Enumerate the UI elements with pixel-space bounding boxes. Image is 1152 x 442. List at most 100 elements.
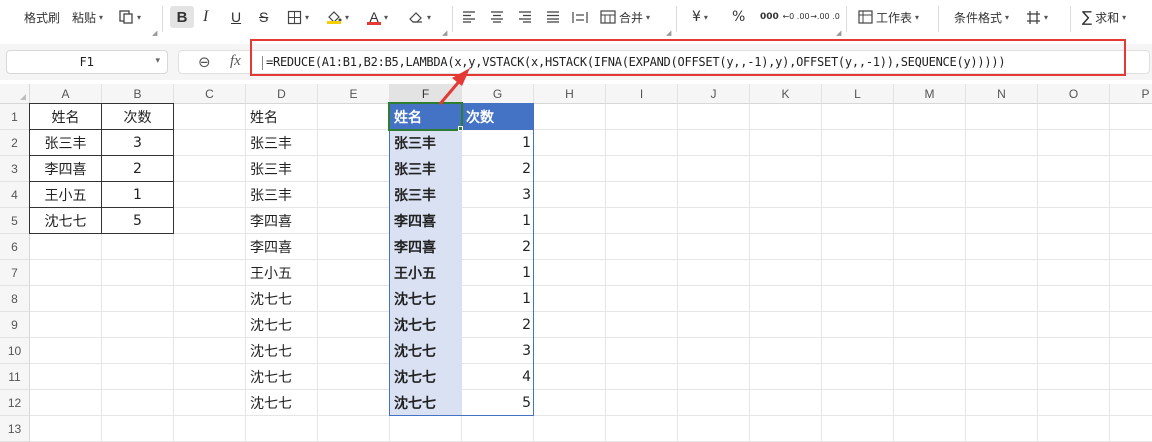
zoom-icon[interactable]: ⊖ — [198, 53, 211, 71]
bold-button[interactable]: B — [170, 6, 194, 28]
cell-b4[interactable]: 1 — [102, 182, 174, 208]
select-all-corner[interactable] — [0, 84, 30, 104]
column-header-o[interactable]: O — [1038, 84, 1110, 104]
column-header-d[interactable]: D — [246, 84, 318, 104]
copy-button[interactable]: ▾ — [118, 6, 141, 28]
cell-b2[interactable]: 3 — [102, 130, 174, 156]
dialog-launcher-icon[interactable]: ◢ — [666, 29, 671, 37]
cell-a2[interactable]: 张三丰 — [30, 130, 102, 156]
column-header-e[interactable]: E — [318, 84, 390, 104]
cell-d5[interactable]: 李四喜 — [246, 208, 318, 234]
cell-a3[interactable]: 李四喜 — [30, 156, 102, 182]
dialog-launcher-icon[interactable]: ◢ — [836, 29, 841, 37]
worksheet-button[interactable]: 工作表 ▾ — [858, 6, 919, 28]
chevron-down-icon: ▾ — [384, 12, 389, 22]
cell-d8[interactable]: 沈七七 — [246, 286, 318, 312]
fx-icon[interactable]: fx — [230, 53, 241, 70]
fill-color-button[interactable]: ▾ — [326, 6, 349, 28]
name-box[interactable]: F1 ▾ — [6, 50, 168, 74]
fill-handle[interactable] — [458, 126, 463, 131]
paste-button[interactable]: 粘贴 ▾ — [72, 6, 103, 28]
column-header-l[interactable]: L — [822, 84, 894, 104]
border-button[interactable]: ▾ — [287, 6, 309, 28]
cell-a4[interactable]: 王小五 — [30, 182, 102, 208]
gridline-horizontal — [30, 129, 1152, 130]
distributed-align-icon — [572, 11, 588, 24]
cell-d6[interactable]: 李四喜 — [246, 234, 318, 260]
align-left-button[interactable] — [462, 6, 476, 28]
cell-d12[interactable]: 沈七七 — [246, 390, 318, 416]
row-header-2[interactable]: 2 — [0, 130, 30, 156]
row-header-5[interactable]: 5 — [0, 208, 30, 234]
cell-b1[interactable]: 次数 — [102, 104, 174, 130]
column-header-n[interactable]: N — [966, 84, 1038, 104]
cell-a1[interactable]: 姓名 — [30, 104, 102, 130]
dialog-launcher-icon[interactable]: ◢ — [442, 29, 447, 37]
align-center-button[interactable] — [490, 6, 504, 28]
chevron-down-icon: ▾ — [305, 12, 310, 22]
dialog-launcher-icon[interactable]: ◢ — [152, 29, 157, 37]
clear-format-button[interactable]: ▾ — [408, 6, 431, 28]
row-header-4[interactable]: 4 — [0, 182, 30, 208]
decrease-decimal-button[interactable]: →.00 .0 — [810, 6, 840, 28]
cell-d1[interactable]: 姓名 — [246, 104, 318, 130]
cell-d2[interactable]: 张三丰 — [246, 130, 318, 156]
merge-button[interactable]: 合并 ▾ — [600, 6, 650, 28]
row-header-3[interactable]: 3 — [0, 156, 30, 182]
underline-button[interactable]: U — [231, 6, 241, 28]
cell-d3[interactable]: 张三丰 — [246, 156, 318, 182]
cell-b3[interactable]: 2 — [102, 156, 174, 182]
column-header-g[interactable]: G — [462, 84, 534, 104]
row-header-8[interactable]: 8 — [0, 286, 30, 312]
justify-button[interactable] — [546, 6, 560, 28]
border-icon — [287, 10, 302, 25]
row-header-12[interactable]: 12 — [0, 390, 30, 416]
currency-button[interactable]: ¥ ▾ — [692, 6, 708, 28]
cell-d9[interactable]: 沈七七 — [246, 312, 318, 338]
spreadsheet-grid[interactable]: A B C D E F G H I J K L M N O P 1 2 3 4 5 6 7 8 9 10 11 12 13 姓名 次数 张三丰… — [0, 84, 1152, 442]
row-header-11[interactable]: 11 — [0, 364, 30, 390]
cell-a5[interactable]: 沈七七 — [30, 208, 102, 234]
cell-d10[interactable]: 沈七七 — [246, 338, 318, 364]
italic-button[interactable]: I — [203, 6, 208, 28]
thousands-separator-button[interactable]: 000 — [760, 6, 779, 28]
gridline-horizontal — [30, 207, 1152, 208]
font-color-button[interactable]: A ▾ — [367, 6, 388, 28]
freeze-panes-button[interactable]: ▾ — [1026, 6, 1048, 28]
row-header-1[interactable]: 1 — [0, 104, 30, 130]
align-right-button[interactable] — [518, 6, 532, 28]
chevron-down-icon: ▾ — [1044, 12, 1049, 22]
column-header-c[interactable]: C — [174, 84, 246, 104]
increase-decimal-button[interactable]: ←0 .00 — [782, 6, 809, 28]
cell-d4[interactable]: 张三丰 — [246, 182, 318, 208]
strikethrough-button[interactable]: S — [259, 6, 268, 28]
column-header-f[interactable]: F — [390, 84, 462, 104]
row-header-10[interactable]: 10 — [0, 338, 30, 364]
align-right-icon — [518, 11, 532, 23]
row-header-9[interactable]: 9 — [0, 312, 30, 338]
column-header-i[interactable]: I — [606, 84, 678, 104]
column-header-b[interactable]: B — [102, 84, 174, 104]
row-header-13[interactable]: 13 — [0, 416, 30, 442]
cell-b5[interactable]: 5 — [102, 208, 174, 234]
chevron-down-icon[interactable]: ▾ — [155, 56, 160, 66]
distributed-align-button[interactable] — [572, 6, 588, 28]
percent-button[interactable]: % — [732, 6, 745, 28]
column-header-j[interactable]: J — [678, 84, 750, 104]
row-header-6[interactable]: 6 — [0, 234, 30, 260]
cell-d7[interactable]: 王小五 — [246, 260, 318, 286]
row-header-7[interactable]: 7 — [0, 260, 30, 286]
gridline-horizontal — [30, 311, 1152, 312]
cell-d11[interactable]: 沈七七 — [246, 364, 318, 390]
column-header-k[interactable]: K — [750, 84, 822, 104]
format-painter-button[interactable]: 格式刷 — [24, 6, 60, 28]
column-header-h[interactable]: H — [534, 84, 606, 104]
column-header-a[interactable]: A — [30, 84, 102, 104]
column-header-m[interactable]: M — [894, 84, 966, 104]
paste-label: 粘贴 — [72, 10, 97, 25]
column-header-p[interactable]: P — [1110, 84, 1152, 104]
sum-button[interactable]: ∑ 求和 ▾ — [1082, 6, 1126, 28]
gridline-horizontal — [30, 259, 1152, 260]
underline-icon: U — [231, 9, 242, 25]
conditional-format-button[interactable]: 条件格式 ▾ — [954, 6, 1009, 28]
